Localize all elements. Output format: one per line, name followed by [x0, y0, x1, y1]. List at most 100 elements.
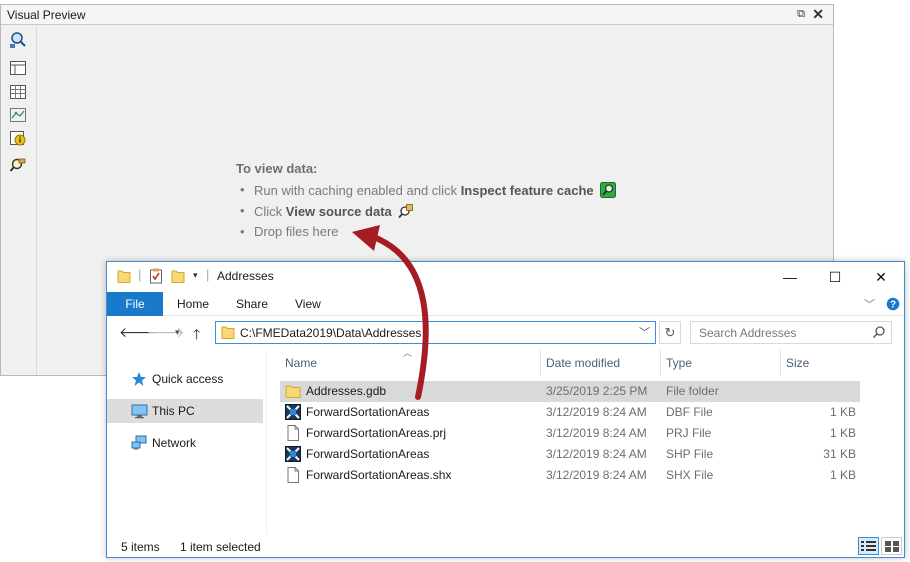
file-type: DBF File	[666, 405, 713, 419]
column-header-date[interactable]: Date modified	[541, 350, 661, 376]
tab-file[interactable]: File	[107, 292, 163, 316]
ribbon-tabs: File Home Share View ﹀ ?	[107, 292, 904, 316]
file-name: ForwardSortationAreas.shx	[306, 468, 452, 482]
status-bar: 5 items 1 item selected	[107, 534, 904, 557]
file-size: 1 KB	[829, 468, 856, 482]
address-field[interactable]: C:\FMEData2019\Data\Addresses ﹀	[215, 321, 656, 344]
file-name: Addresses.gdb	[306, 384, 387, 398]
star-icon	[132, 372, 146, 386]
column-header-name[interactable]: Name	[280, 350, 541, 376]
file-list: Addresses.gdb 3/25/2019 2:25 PM File fol…	[280, 381, 860, 486]
file-row[interactable]: ForwardSortationAreas.shx 3/12/2019 8:24…	[280, 465, 860, 486]
details-view-button[interactable]	[858, 537, 879, 555]
maximize-button[interactable]: ☐	[821, 266, 849, 288]
tab-share[interactable]: Share	[222, 292, 282, 316]
visual-preview-titlebar: Visual Preview ⧉ ✕	[1, 5, 833, 25]
preview-toolbar	[1, 26, 37, 375]
hint-item-text: Click	[254, 204, 286, 219]
column-headers: Name Date modified Type Size	[280, 350, 860, 376]
window-title: Addresses	[217, 269, 274, 283]
file-type: SHX File	[666, 468, 714, 482]
fme-dataset-icon	[285, 404, 301, 420]
column-header-type[interactable]: Type	[661, 350, 781, 376]
file-date: 3/12/2019 8:24 AM	[546, 405, 647, 419]
nav-item-this-pc[interactable]: This PC	[107, 399, 263, 423]
tab-home[interactable]: Home	[163, 292, 223, 316]
folder-icon	[285, 385, 301, 398]
hint-heading: To view data:	[236, 161, 318, 176]
inspect-icon[interactable]	[9, 31, 27, 49]
selection-count: 1 item selected	[180, 540, 261, 554]
file-row[interactable]: ForwardSortationAreas 3/12/2019 8:24 AM …	[280, 402, 860, 423]
nav-item-network[interactable]: Network	[107, 431, 263, 455]
recent-locations-icon[interactable]: ▾	[175, 327, 180, 338]
file-type: SHP File	[666, 447, 714, 461]
close-icon[interactable]: ✕	[812, 6, 824, 23]
large-icons-view-button[interactable]	[881, 537, 902, 555]
file-type: File folder	[666, 384, 719, 398]
file-date: 3/12/2019 8:24 AM	[546, 447, 647, 461]
file-date: 3/12/2019 8:24 AM	[546, 426, 647, 440]
view-source-data-icon	[398, 204, 414, 219]
hint-item-view-source: Click View source data	[240, 203, 616, 219]
folder-icon	[221, 326, 235, 339]
nav-item-label: Quick access	[152, 372, 224, 386]
file-name: ForwardSortationAreas	[306, 447, 430, 461]
customize-quick-access-icon[interactable]: ▾	[193, 270, 198, 281]
new-folder-icon[interactable]	[171, 268, 185, 284]
tab-view[interactable]: View	[281, 292, 335, 316]
file-date: 3/12/2019 8:24 AM	[546, 468, 647, 482]
file-size: 1 KB	[829, 405, 856, 419]
column-header-size[interactable]: Size	[781, 350, 860, 376]
hint-item-inspect: Run with caching enabled and click Inspe…	[240, 182, 617, 198]
file-name: ForwardSortationAreas.prj	[306, 426, 447, 440]
file-icon	[287, 467, 299, 483]
table-layout-icon[interactable]	[9, 59, 27, 77]
computer-icon	[131, 404, 148, 419]
panel-title: Visual Preview	[7, 8, 86, 22]
search-icon[interactable]	[872, 325, 886, 339]
close-button[interactable]: ✕	[867, 266, 895, 288]
fme-dataset-icon	[285, 446, 301, 462]
search-box[interactable]	[690, 321, 892, 344]
hint-item-text: Run with caching enabled and click	[254, 183, 461, 198]
view-source-data-label: View source data	[285, 204, 392, 219]
inspect-cache-icon	[600, 182, 617, 198]
search-input[interactable]	[691, 322, 869, 343]
up-icon[interactable]: 🡑	[193, 324, 200, 348]
details-view-icon	[861, 541, 876, 551]
file-name: ForwardSortationAreas	[306, 405, 430, 419]
view-source-icon[interactable]	[9, 156, 27, 174]
file-type: PRJ File	[666, 426, 712, 440]
nav-item-label: Network	[152, 436, 197, 450]
drop-hint: To view data: Run with caching enabled a…	[236, 161, 617, 245]
svg-text:?: ?	[890, 300, 896, 311]
file-size: 31 KB	[823, 447, 856, 461]
item-count: 5 items	[121, 540, 160, 554]
refresh-button[interactable]: ↻	[659, 321, 681, 344]
address-dropdown-icon[interactable]: ﹀	[639, 324, 650, 340]
help-icon[interactable]: ?	[886, 297, 900, 311]
file-size: 1 KB	[829, 426, 856, 440]
separator: |	[206, 267, 210, 282]
address-bar-row: 🡐 🡒 ▾ 🡑 C:\FMEData2019\Data\Addresses ﹀ …	[107, 317, 904, 349]
graphics-view-icon[interactable]	[9, 106, 27, 124]
file-date: 3/25/2019 2:25 PM	[546, 384, 648, 398]
network-icon	[131, 435, 147, 450]
file-row[interactable]: Addresses.gdb 3/25/2019 2:25 PM File fol…	[280, 381, 860, 402]
expand-ribbon-icon[interactable]: ﹀	[864, 296, 875, 312]
nav-item-label: This PC	[152, 404, 195, 418]
minimize-button[interactable]: —	[776, 266, 804, 288]
grid-view-icon[interactable]	[9, 83, 27, 101]
large-icons-view-icon	[885, 541, 899, 552]
inspect-feature-cache-label: Inspect feature cache	[460, 183, 594, 198]
file-icon	[287, 425, 299, 441]
file-row[interactable]: ForwardSortationAreas 3/12/2019 8:24 AM …	[280, 444, 860, 465]
folder-icon	[117, 270, 131, 283]
restore-icon[interactable]: ⧉	[797, 8, 805, 21]
file-row[interactable]: ForwardSortationAreas.prj 3/12/2019 8:24…	[280, 423, 860, 444]
feature-info-icon[interactable]	[9, 129, 27, 147]
properties-icon[interactable]	[149, 268, 163, 284]
nav-item-quick-access[interactable]: Quick access	[107, 367, 263, 391]
address-path: C:\FMEData2019\Data\Addresses	[240, 326, 422, 340]
